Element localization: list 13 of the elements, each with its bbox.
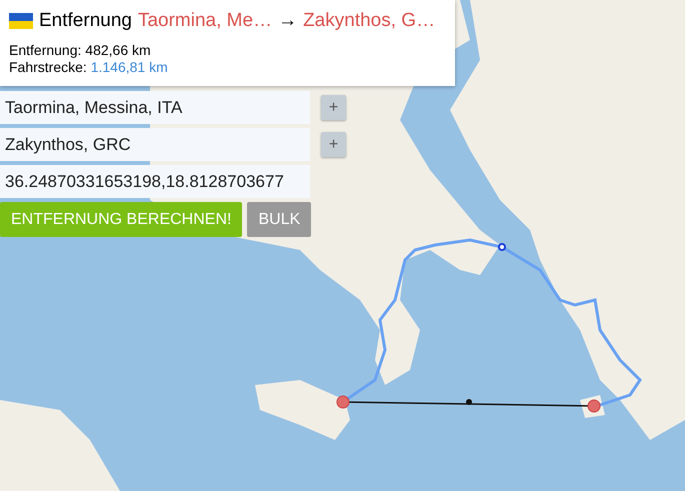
origin-label: Taormina, Me… (138, 10, 272, 32)
location-field[interactable]: Zakynthos, GRC (0, 128, 310, 161)
destination-label: Zakynthos, G… (303, 10, 436, 32)
location-field[interactable]: 36.24870331653198,18.8128703677 (0, 165, 310, 198)
arrow-label: → (278, 10, 298, 32)
stat-text: Entfernung: 482,66 km (9, 42, 152, 59)
add-button[interactable]: + (321, 95, 346, 120)
add-button[interactable]: + (321, 132, 346, 157)
location-field[interactable]: Taormina, Messina, ITA (0, 91, 310, 124)
bulk-button[interactable]: BULK (247, 202, 312, 237)
flag-icon (9, 13, 33, 29)
stat-text: Fahrstrecke: 1.146,81 km (9, 59, 169, 76)
panel-title: Entfernung (39, 10, 132, 32)
